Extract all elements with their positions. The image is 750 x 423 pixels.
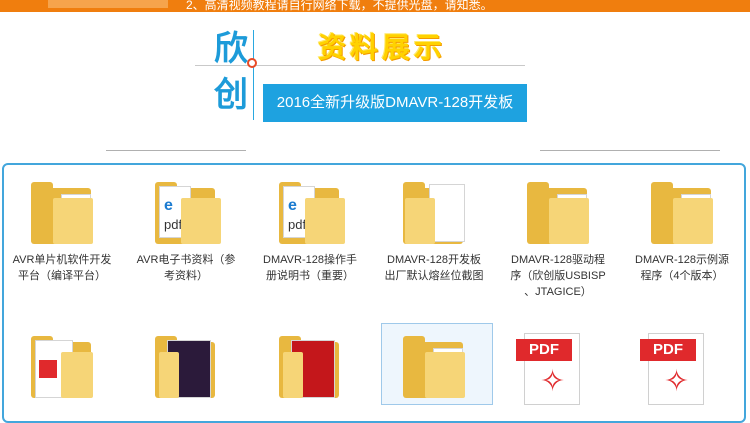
pdf-badge: PDF xyxy=(516,339,572,361)
file-label-line1: DMAVR-128驱动程 xyxy=(511,254,605,266)
file-item-avr-ebooks[interactable]: e pdf AVR电子书资料（参 考资料） xyxy=(124,182,248,284)
file-label-line3: 、JTAGICE） xyxy=(524,286,592,298)
folder-acrobat-icon xyxy=(275,336,345,402)
file-item-driver[interactable]: DMAVR-128驱动程 序（欣创版USBISP 、JTAGICE） xyxy=(496,182,620,300)
banner-text: 2、高清视频教程请自行网络下载，不提供光盘，请知悉。 xyxy=(186,0,493,12)
file-label-line1: DMAVR-128开发板 xyxy=(387,254,481,266)
file-item-row2-2[interactable] xyxy=(124,336,248,402)
folder-icon xyxy=(523,182,593,248)
brand-char-top: 欣 xyxy=(214,29,248,69)
separator-left xyxy=(106,150,246,151)
pdf-badge: PDF xyxy=(640,339,696,361)
file-label-line1: DMAVR-128示例源 xyxy=(635,254,729,266)
divider-vertical xyxy=(253,30,254,120)
file-label-line2: 考资料） xyxy=(164,270,208,282)
folder-icon xyxy=(27,182,97,248)
acrobat-symbol-icon: ✧ xyxy=(540,365,566,398)
logo xyxy=(48,0,168,8)
file-item-fuse-screenshot[interactable]: DMAVR-128开发板 出厂默认熔丝位截图 xyxy=(372,182,496,284)
brand-char-bottom: 创 xyxy=(214,75,248,115)
top-banner: 2、高清视频教程请自行网络下载，不提供光盘，请知悉。 xyxy=(0,0,750,12)
pdf-file-icon[interactable]: PDF ✧ xyxy=(640,333,710,407)
file-label-line1: AVR电子书资料（参 xyxy=(136,254,236,266)
pdf-file-icon[interactable]: PDF ✧ xyxy=(516,333,586,407)
file-label-line1: DMAVR-128操作手 xyxy=(263,254,357,266)
acrobat-symbol-icon: ✧ xyxy=(664,365,690,398)
file-item-row2-3[interactable] xyxy=(248,336,372,402)
folder-pdf-icon: e pdf xyxy=(275,182,345,248)
file-label-line2: 序（欣创版USBISP xyxy=(510,270,606,282)
file-item-row2-4[interactable] xyxy=(372,336,496,402)
folder-icon xyxy=(399,336,469,402)
file-label-line2: 出厂默认熔丝位截图 xyxy=(384,270,484,282)
folder-pdf-icon xyxy=(27,336,97,402)
file-label-line2: 册说明书（重要） xyxy=(266,270,354,282)
file-item-avr-software[interactable]: AVR单片机软件开发 平台（编译平台） xyxy=(0,182,124,284)
section-title: 资料展示 xyxy=(318,31,447,64)
folder-doc-icon xyxy=(399,182,469,248)
ring-marker-icon xyxy=(247,58,257,68)
separator-right xyxy=(540,150,720,151)
file-item-examples[interactable]: DMAVR-128示例源 程序（4个版本） xyxy=(620,182,744,284)
product-badge: 2016全新升级版DMAVR-128开发板 xyxy=(263,84,527,122)
file-label-line2: 平台（编译平台） xyxy=(18,270,106,282)
folder-icon xyxy=(647,182,717,248)
file-label-line2: 程序（4个版本） xyxy=(640,270,724,282)
file-label-line1: AVR单片机软件开发 xyxy=(12,254,112,266)
folder-pdf-icon: e pdf xyxy=(151,182,221,248)
folder-video-icon xyxy=(151,336,221,402)
file-item-row2-1[interactable] xyxy=(0,336,124,402)
file-item-manual[interactable]: e pdf DMAVR-128操作手 册说明书（重要） xyxy=(248,182,372,284)
